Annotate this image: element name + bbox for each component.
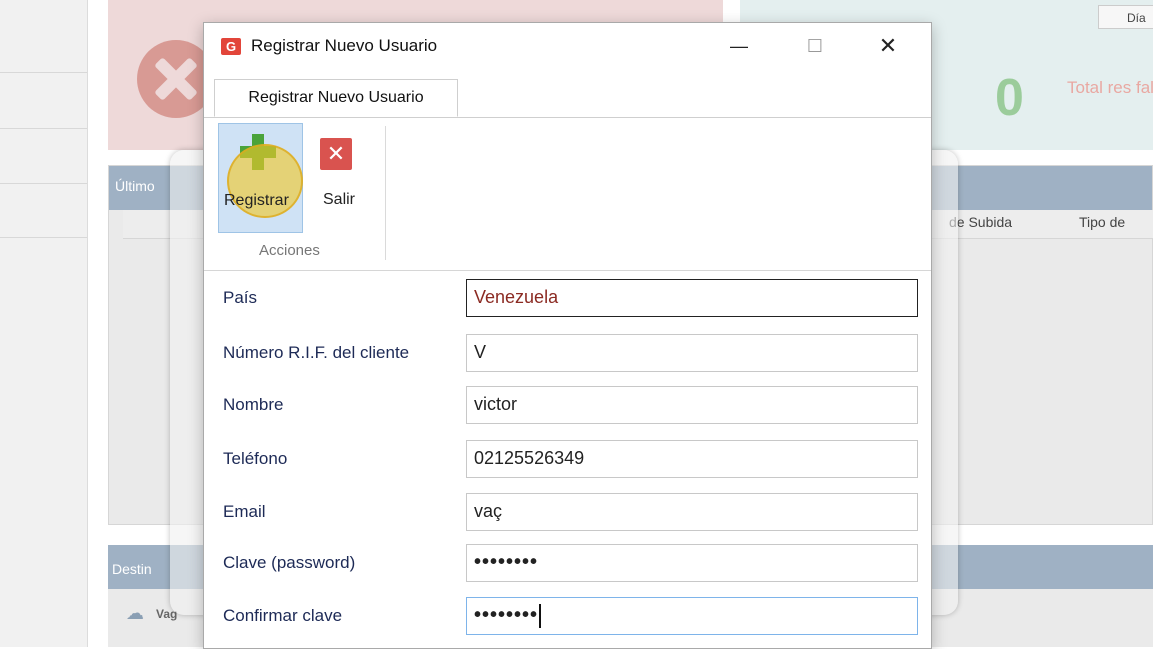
day-filter-button[interactable]: Día xyxy=(1098,5,1153,29)
password-label: Clave (password) xyxy=(223,553,356,572)
column-header-upload[interactable]: de Subida xyxy=(949,214,1012,230)
name-input[interactable]: victor xyxy=(466,386,918,424)
field-row-country: País Venezuela xyxy=(204,276,931,322)
ribbon-separator xyxy=(385,126,386,260)
email-label: Email xyxy=(223,502,266,521)
field-row-phone: Teléfono 02125526349 xyxy=(204,437,931,483)
ribbon-toolbar: Registrar ✕ Salir Acciones xyxy=(204,118,931,271)
field-row-email: Email vaç xyxy=(204,490,931,536)
total-failed-label: Total res fallidos xyxy=(1067,78,1153,97)
phone-label: Teléfono xyxy=(223,449,288,468)
exit-button-label: Salir xyxy=(323,191,356,208)
field-row-rif: Número R.I.F. del cliente V xyxy=(204,331,931,377)
email-input[interactable]: vaç xyxy=(466,493,918,531)
exit-button[interactable]: ✕ Salir xyxy=(312,123,362,233)
tab-register-user[interactable]: Registrar Nuevo Usuario xyxy=(214,79,458,117)
country-select[interactable]: Venezuela xyxy=(466,279,918,317)
register-user-dialog: G Registrar Nuevo Usuario — ☐ ✕ Registra… xyxy=(203,22,932,649)
confirm-password-value: •••••••• xyxy=(474,604,539,626)
maximize-button[interactable]: ☐ xyxy=(792,29,838,63)
destinations-title: Destin xyxy=(112,561,152,577)
title-bar[interactable]: G Registrar Nuevo Usuario — ☐ ✕ xyxy=(204,23,931,71)
field-row-password: Clave (password) •••••••• xyxy=(204,541,931,587)
cloud-icon: ☁ xyxy=(126,603,144,623)
background-sidebar xyxy=(0,0,88,647)
column-header-type[interactable]: Tipo de xyxy=(1079,214,1125,230)
phone-input[interactable]: 02125526349 xyxy=(466,440,918,478)
register-button[interactable]: Registrar xyxy=(218,123,303,233)
field-row-name: Nombre victor xyxy=(204,383,931,429)
app-logo-icon: G xyxy=(221,38,241,55)
register-button-label: Registrar xyxy=(224,192,289,209)
country-label: País xyxy=(223,288,258,307)
close-button[interactable]: ✕ xyxy=(865,29,911,63)
confirm-password-input[interactable]: •••••••• xyxy=(466,597,918,635)
rif-input[interactable]: V xyxy=(466,334,918,372)
tab-bar: Registrar Nuevo Usuario xyxy=(204,71,931,118)
window-title: Registrar Nuevo Usuario xyxy=(251,36,438,55)
text-caret xyxy=(539,603,542,628)
minimize-button[interactable]: — xyxy=(716,29,762,63)
total-failed-count: 0 xyxy=(995,69,1024,127)
close-icon: ✕ xyxy=(320,138,352,170)
field-row-confirm-password: Confirmar clave •••••••• xyxy=(204,594,931,640)
rif-label: Número R.I.F. del cliente xyxy=(223,343,410,362)
password-input[interactable]: •••••••• xyxy=(466,544,918,582)
table-title: Último xyxy=(115,178,155,194)
ribbon-group-label: Acciones xyxy=(259,242,320,259)
name-label: Nombre xyxy=(223,395,284,414)
confirm-password-label: Confirmar clave xyxy=(223,606,343,625)
